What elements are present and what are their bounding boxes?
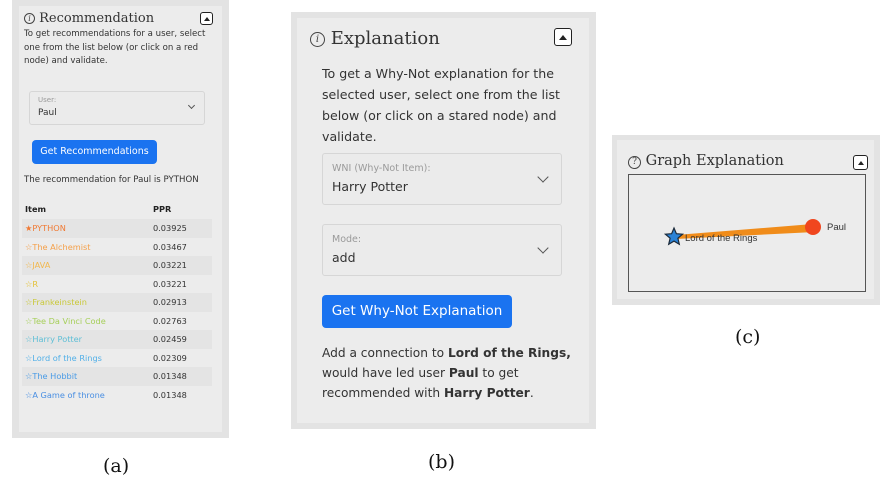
table-row[interactable]: ☆Harry Potter 0.02459: [22, 330, 212, 349]
table-row[interactable]: ★PYTHON 0.03925: [22, 219, 212, 238]
star-node-icon[interactable]: [663, 226, 685, 246]
table-row[interactable]: ☆Frankeinstein 0.02913: [22, 293, 212, 312]
explanation-description: To get a Why-Not explanation for the sel…: [322, 63, 560, 147]
user-select[interactable]: User: Paul: [29, 91, 205, 125]
item-cell[interactable]: ☆R: [22, 275, 152, 294]
item-cell[interactable]: ☆JAVA: [22, 256, 152, 275]
item-cell[interactable]: ☆A Game of throne: [22, 386, 152, 405]
mode-select-label: Mode:: [332, 234, 362, 245]
recommendation-description: To get recommendations for a user, selec…: [24, 29, 206, 66]
table-row[interactable]: ☆Tee Da Vinci Code 0.02763: [22, 311, 212, 331]
explanation-title-text: Explanation: [330, 28, 440, 49]
recommendation-title: i Recommendation: [24, 11, 154, 26]
ppr-cell: 0.01348: [153, 389, 187, 400]
item-cell[interactable]: ★PYTHON: [22, 219, 152, 238]
table-header-row: Item PPR: [22, 199, 212, 219]
explanation-result-text: would have led user: [322, 366, 449, 380]
explanation-result-text: recommended with: [322, 386, 444, 400]
ppr-cell: 0.03221: [153, 260, 187, 271]
item-cell[interactable]: ☆Harry Potter: [22, 330, 152, 349]
ppr-cell: 0.02309: [153, 352, 187, 363]
graph-explanation-title: ? Graph Explanation: [628, 153, 784, 169]
explanation-description-line: To get a Why-Not explanation for the: [322, 66, 554, 81]
user-select-value: Paul: [38, 108, 57, 118]
explanation-result-line: Add a connection to Lord of the Rings,: [322, 343, 571, 363]
mode-select[interactable]: Mode: add: [322, 224, 562, 276]
ppr-cell: 0.01348: [153, 371, 187, 382]
explanation-result-text: .: [529, 386, 534, 400]
graph-svg: Lord of the Rings Paul: [663, 219, 846, 246]
wni-select-label: WNI (Why-Not Item):: [332, 163, 431, 174]
chevron-up-icon: [559, 34, 567, 40]
explanation-result-line: recommended with Harry Potter.: [322, 383, 571, 403]
help-icon: ?: [628, 156, 641, 169]
graph-explanation-panel: ? Graph Explanation Lord of the Rings Pa…: [612, 135, 880, 305]
get-recommendations-button[interactable]: Get Recommendations: [32, 140, 157, 164]
chevron-down-icon: [537, 171, 549, 183]
ppr-table: Item PPR ★PYTHON 0.03925 ☆The Alchemist 0.0…: [22, 199, 212, 404]
collapse-button[interactable]: [200, 12, 213, 25]
collapse-button[interactable]: [554, 28, 572, 46]
ppr-cell: 0.02763: [153, 315, 187, 326]
item-cell[interactable]: ☆The Hobbit: [22, 367, 152, 386]
explanation-description-line: selected user, select one from the list: [322, 87, 560, 102]
ppr-cell: 0.02459: [153, 334, 187, 345]
explanation-result-bold: Harry Potter: [443, 386, 530, 400]
item-cell[interactable]: ☆Frankeinstein: [22, 293, 152, 312]
mode-select-value: add: [332, 250, 356, 265]
graph-canvas[interactable]: Lord of the Rings Paul: [628, 174, 866, 292]
explanation-result: Add a connection to Lord of the Rings, w…: [322, 343, 571, 403]
chevron-up-icon: [203, 16, 210, 21]
item-cell[interactable]: ☆The Alchemist: [22, 238, 152, 257]
ppr-cell: 0.03925: [153, 223, 187, 234]
table-row[interactable]: ☆R 0.03221: [22, 274, 212, 294]
table-row[interactable]: ☆The Alchemist 0.03467: [22, 237, 212, 257]
get-why-not-explanation-button[interactable]: Get Why-Not Explanation: [322, 295, 512, 328]
collapse-button[interactable]: [853, 155, 868, 170]
explanation-result-bold: Paul: [448, 366, 479, 380]
wni-select[interactable]: WNI (Why-Not Item): Harry Potter: [322, 153, 562, 205]
star-node-label: Lord of the Rings: [685, 233, 758, 244]
user-select-label: User:: [38, 96, 57, 104]
ppr-cell: 0.03467: [153, 241, 187, 252]
column-header-ppr: PPR: [153, 204, 172, 214]
table-row[interactable]: ☆JAVA 0.03221: [22, 256, 212, 275]
explanation-result-text: Add a connection to: [322, 346, 448, 360]
chevron-down-icon: [537, 242, 549, 254]
ppr-cell: 0.03221: [153, 278, 187, 289]
item-cell[interactable]: ☆Lord of the Rings: [22, 349, 152, 368]
table-row[interactable]: ☆A Game of throne 0.01348: [22, 385, 212, 405]
caption-c: (c): [735, 326, 761, 348]
column-header-item: Item: [25, 204, 47, 214]
recommendation-panel: i Recommendation To get recommendations …: [12, 0, 229, 438]
table-row[interactable]: ☆The Hobbit 0.01348: [22, 367, 212, 386]
table-row[interactable]: ☆Lord of the Rings 0.02309: [22, 348, 212, 368]
explanation-result-bold: Lord of the Rings,: [447, 346, 571, 360]
explanation-result-line: would have led user Paul to get: [322, 363, 571, 383]
explanation-result-text: to get: [478, 366, 519, 380]
ppr-cell: 0.02913: [153, 297, 187, 308]
explanation-description-line: validate.: [322, 129, 377, 144]
chevron-down-icon: [187, 101, 196, 110]
recommendation-result: The recommendation for Paul is PYTHON: [24, 175, 199, 185]
user-node[interactable]: [805, 219, 821, 235]
explanation-title: i Explanation: [310, 28, 440, 49]
item-cell[interactable]: ☆Tee Da Vinci Code: [22, 312, 152, 331]
caption-a: (a): [103, 455, 130, 477]
info-icon: i: [310, 32, 325, 47]
info-icon: i: [24, 13, 35, 24]
wni-select-value: Harry Potter: [332, 179, 408, 194]
caption-b: (b): [428, 451, 455, 473]
chevron-up-icon: [857, 160, 864, 165]
explanation-panel: i Explanation To get a Why-Not explanati…: [291, 12, 596, 429]
user-node-label: Paul: [827, 222, 846, 233]
graph-explanation-title-text: Graph Explanation: [645, 153, 784, 169]
recommendation-title-text: Recommendation: [39, 11, 155, 26]
explanation-description-line: below (or click on a stared node) and: [322, 108, 557, 123]
